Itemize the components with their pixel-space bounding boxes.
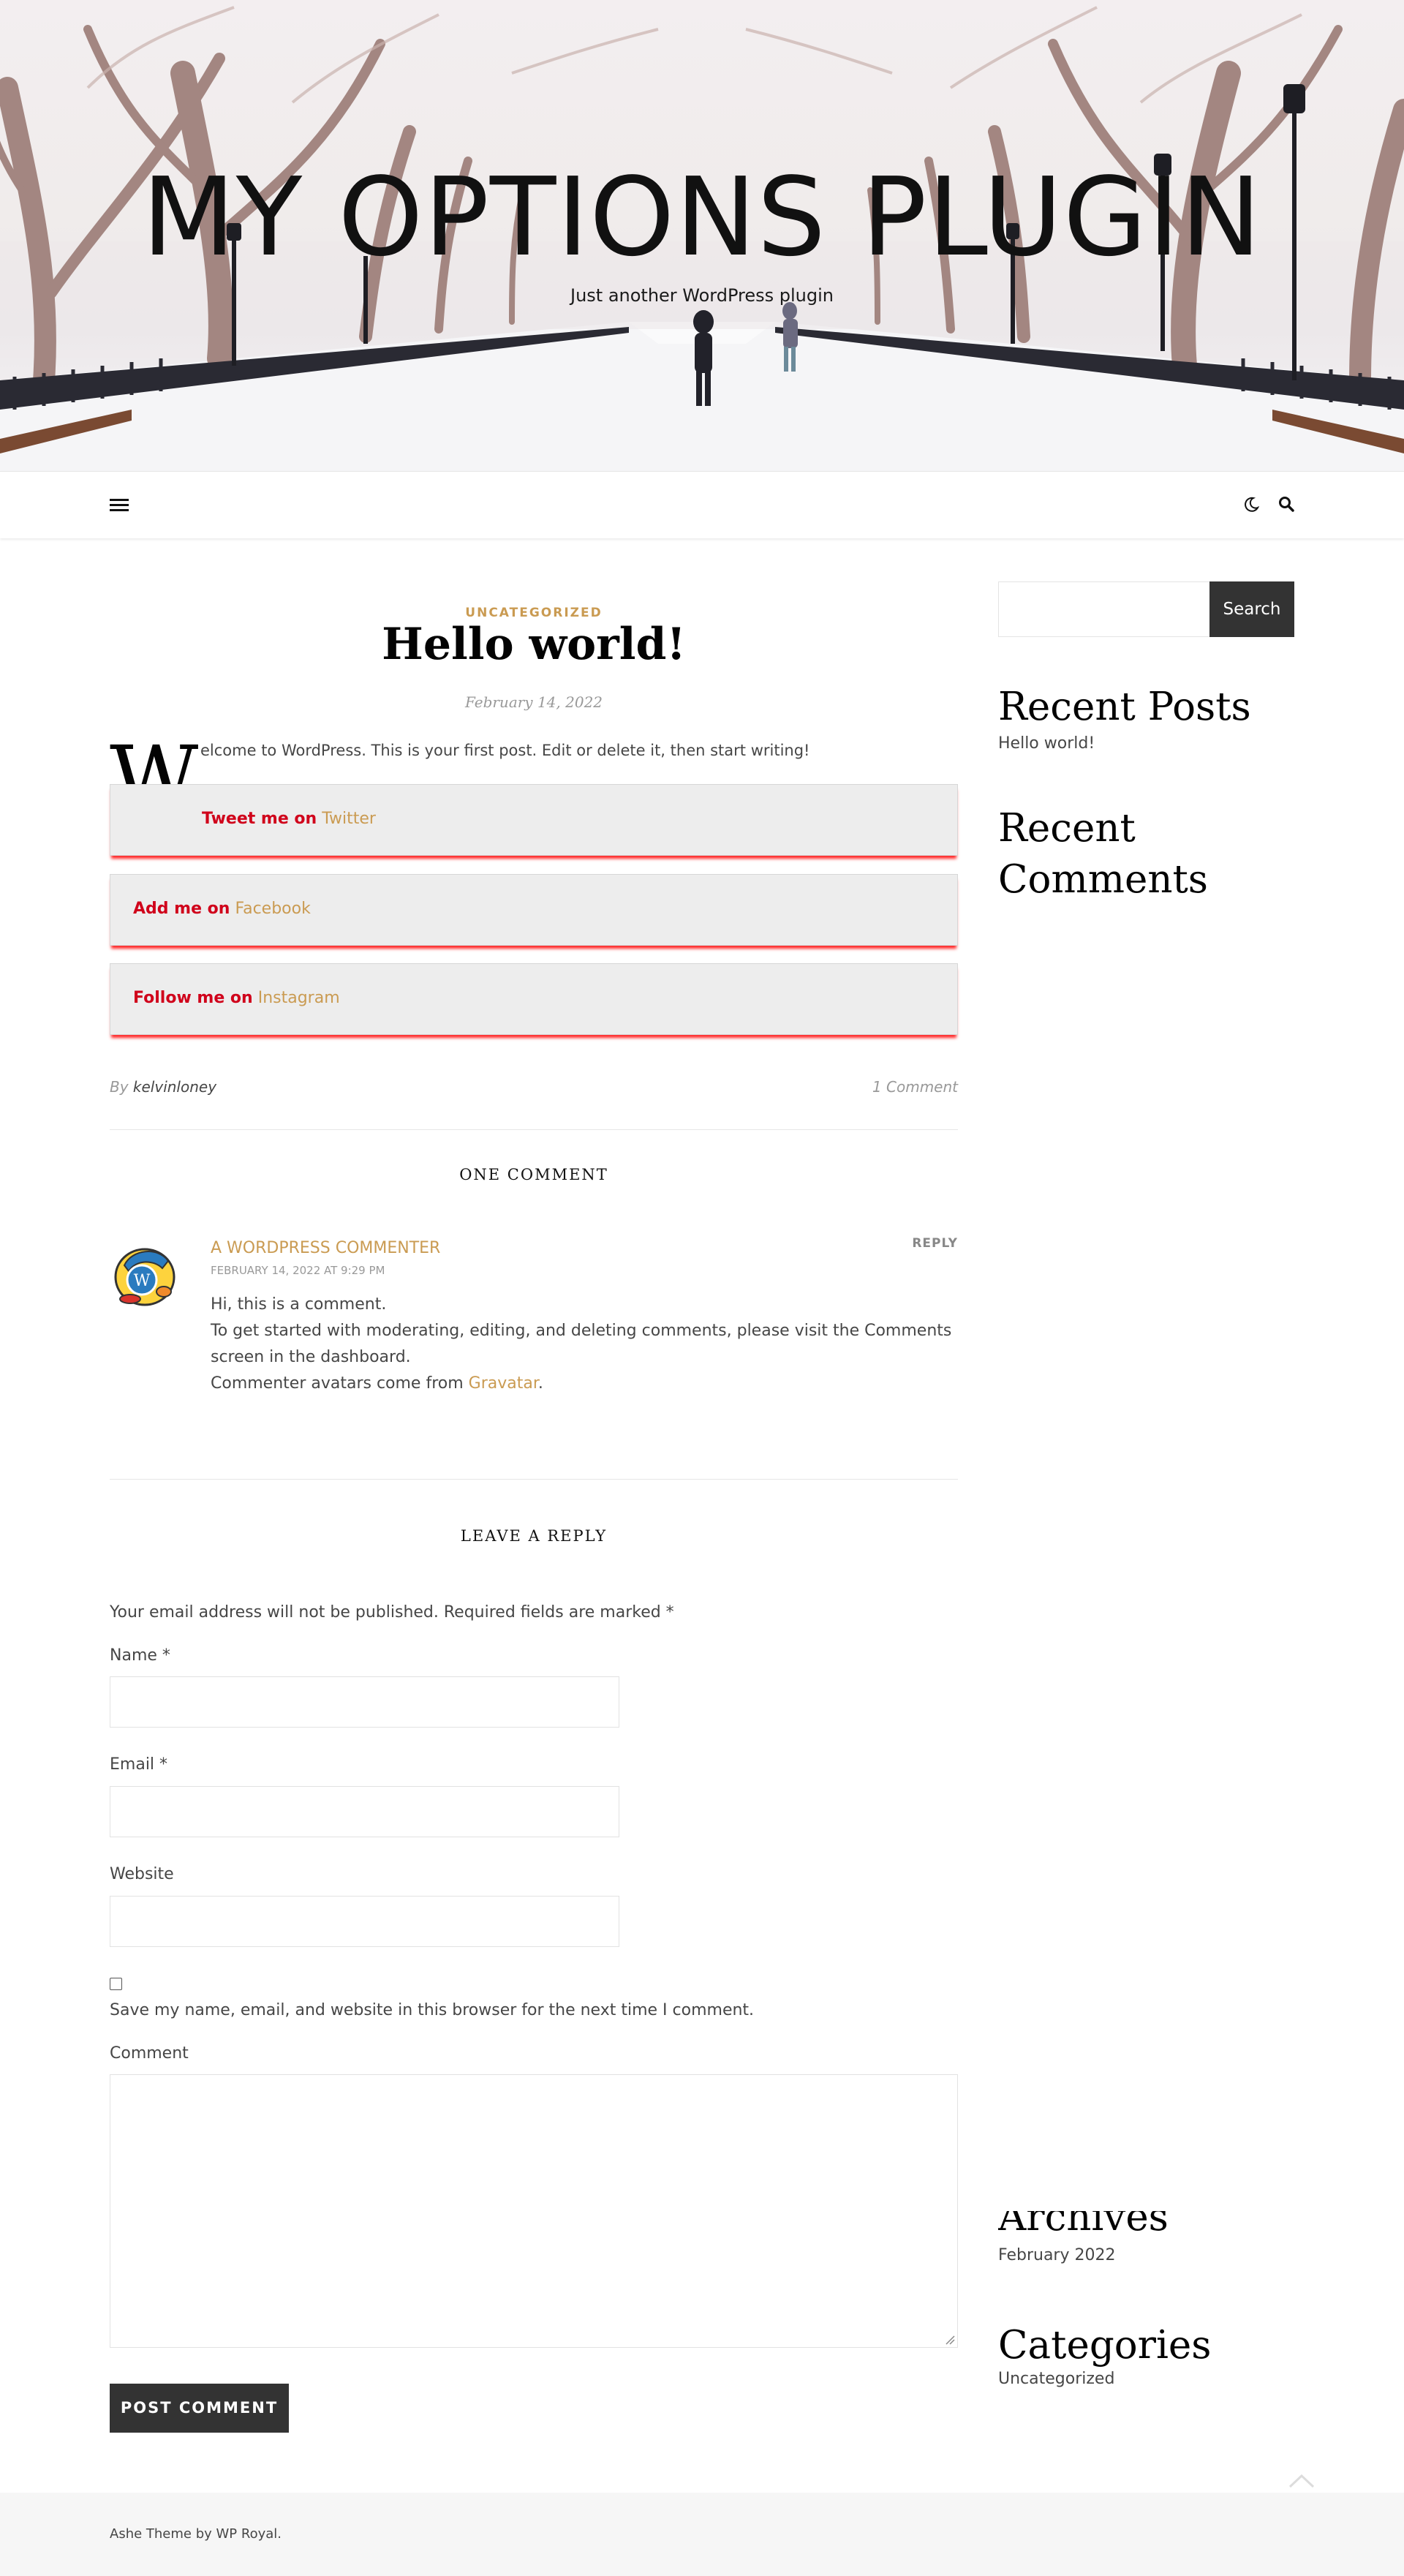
social-box-instagram: Follow me on Instagram xyxy=(110,963,958,1035)
comment-text: . xyxy=(537,1374,543,1393)
divider xyxy=(110,1479,958,1480)
comment-textarea[interactable] xyxy=(110,2074,958,2348)
post-comment-button[interactable]: POST COMMENT xyxy=(110,2384,289,2433)
archive-link[interactable]: February 2022 xyxy=(998,2246,1115,2264)
social-lead: Add me on xyxy=(133,900,230,918)
website-label: Website xyxy=(110,1865,174,1883)
reply-heading: LEAVE A REPLY xyxy=(460,1527,608,1545)
comments-heading: ONE COMMENT xyxy=(459,1166,608,1183)
site-header: MY OPTIONS PLUGIN Just another WordPress… xyxy=(0,0,1404,471)
comment-line: To get started with moderating, editing,… xyxy=(211,1322,952,1340)
comment-label: Comment xyxy=(110,2044,189,2063)
name-field[interactable] xyxy=(110,1676,619,1728)
category-link[interactable]: Uncategorized xyxy=(998,2370,1114,2388)
comment-avatar: W xyxy=(110,1239,180,1309)
archives-title: Archives xyxy=(998,2211,1169,2240)
website-field[interactable] xyxy=(110,1896,619,1947)
comment-text: Commenter avatars come from xyxy=(211,1374,464,1393)
comment-date[interactable]: FEBRUARY 14, 2022 AT 9:29 PM xyxy=(211,1264,385,1277)
site-tagline: Just another WordPress plugin xyxy=(570,285,834,306)
required-notice: Your email address will not be published… xyxy=(110,1603,674,1622)
moon-icon[interactable] xyxy=(1243,497,1260,513)
navigation-bar xyxy=(0,471,1404,538)
site-title[interactable]: MY OPTIONS PLUGIN xyxy=(0,155,1404,279)
recent-comments-title: Recent Comments xyxy=(998,806,1208,902)
gravatar-link[interactable]: Gravatar xyxy=(469,1374,538,1393)
search-icon[interactable] xyxy=(1278,496,1294,512)
recent-posts-title: Recent Posts xyxy=(998,685,1251,729)
post-comments-link[interactable]: 1 Comment xyxy=(872,1078,958,1096)
save-info-checkbox[interactable] xyxy=(110,1978,122,1990)
comment-body: Hi, this is a comment. To get started wi… xyxy=(211,1292,958,1397)
comment-reply-link[interactable]: REPLY xyxy=(912,1236,958,1251)
comment-line: screen in the dashboard. xyxy=(211,1348,411,1366)
twitter-link[interactable]: Twitter xyxy=(322,810,376,828)
svg-text:W: W xyxy=(134,1272,151,1290)
recent-post-link[interactable]: Hello world! xyxy=(998,734,1095,753)
save-info-label: Save my name, email, and website in this… xyxy=(110,2001,755,2019)
email-label: Email * xyxy=(110,1755,168,1774)
social-lead: Follow me on xyxy=(133,989,253,1007)
instagram-link[interactable]: Instagram xyxy=(258,989,340,1007)
sidebar-search-button[interactable]: Search xyxy=(1209,581,1294,637)
email-field[interactable] xyxy=(110,1786,619,1837)
name-label: Name * xyxy=(110,1646,170,1665)
facebook-link[interactable]: Facebook xyxy=(235,900,310,918)
categories-title: Categories xyxy=(998,2323,1212,2368)
social-box-twitter: Tweet me on Twitter xyxy=(110,784,958,856)
footer-credit: Ashe Theme by WP Royal. xyxy=(110,2526,282,2542)
resize-handle-icon[interactable] xyxy=(945,2335,955,2345)
post-author-meta: By kelvinloney xyxy=(110,1078,216,1096)
hamburger-menu-icon[interactable] xyxy=(110,497,129,513)
post-intro-text: elcome to WordPress. This is your first … xyxy=(200,742,810,759)
post-title[interactable]: Hello world! xyxy=(110,619,958,670)
divider xyxy=(110,1129,958,1130)
scroll-to-top-icon[interactable] xyxy=(1287,2472,1316,2493)
by-label: By xyxy=(110,1078,129,1096)
post-author-link[interactable]: kelvinloney xyxy=(133,1078,216,1096)
archives-title-clip: Archives xyxy=(998,2211,1294,2240)
sidebar-search-input[interactable] xyxy=(998,581,1210,637)
site-footer: Ashe Theme by WP Royal. xyxy=(0,2493,1404,2576)
post-date: February 14, 2022 xyxy=(464,693,603,711)
social-box-facebook: Add me on Facebook xyxy=(110,874,958,946)
comment-author-link[interactable]: A WORDPRESS COMMENTER xyxy=(211,1239,440,1257)
post-category[interactable]: UNCATEGORIZED xyxy=(110,606,958,620)
social-lead: Tweet me on xyxy=(202,810,317,828)
comment-line: Hi, this is a comment. xyxy=(211,1295,387,1314)
comment-line: Commenter avatars come from Gravatar. xyxy=(211,1371,958,1397)
